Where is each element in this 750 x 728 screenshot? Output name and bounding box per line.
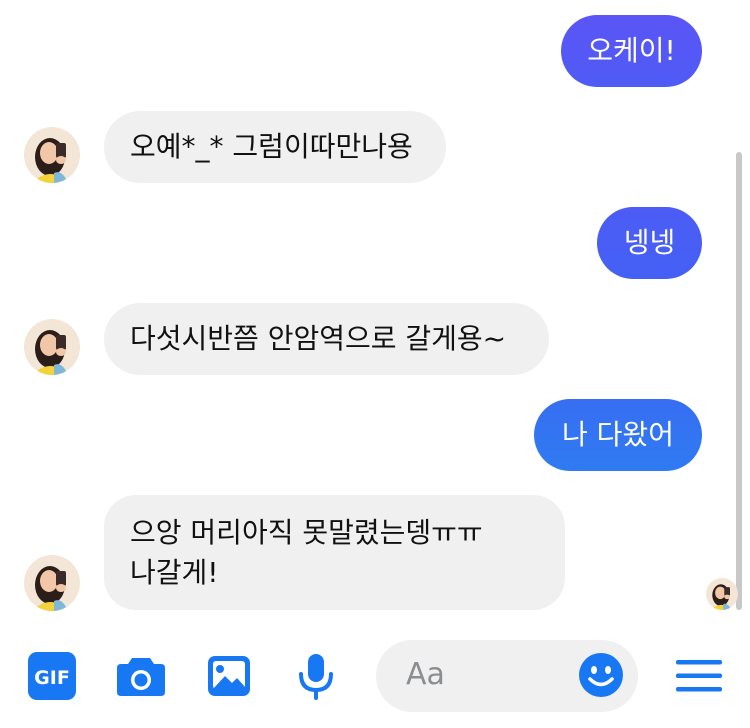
message-text: 넹넹 — [623, 226, 676, 259]
microphone-icon[interactable] — [296, 652, 336, 700]
message-input-placeholder: Aa — [406, 657, 445, 692]
smiley-icon[interactable] — [578, 652, 624, 698]
avatar-illustration — [24, 127, 80, 183]
gif-label: GIF — [34, 667, 70, 689]
contact-avatar[interactable] — [24, 555, 80, 611]
incoming-message-bubble[interactable]: 으앙 머리아직 못말렸는뎅ㅠㅠ 나갈게! — [104, 495, 565, 610]
menu-icon[interactable] — [676, 658, 722, 694]
scrollbar[interactable] — [736, 152, 742, 610]
composer-bar: GIF Aa — [0, 626, 750, 728]
message-text: 오케이! — [587, 34, 676, 67]
message-text-line: 으앙 머리아직 못말렸는뎅ㅠㅠ — [130, 516, 483, 549]
contact-avatar[interactable] — [24, 319, 80, 375]
outgoing-message-bubble[interactable]: 넹넹 — [597, 207, 702, 279]
chat-screen: 오케이! 오예*_* 그럼이따만나용 넹넹 다섯시반쯤 안암역으로 갈게용~ 나… — [0, 0, 750, 728]
camera-icon[interactable] — [116, 654, 166, 698]
avatar-illustration — [24, 319, 80, 375]
avatar-illustration — [24, 555, 80, 611]
message-text-line: 나갈게! — [130, 556, 219, 589]
avatar-illustration — [706, 578, 738, 610]
message-text: 오예*_* 그럼이따만나용 — [130, 130, 413, 163]
read-receipt-avatar — [706, 578, 738, 610]
message-text: 다섯시반쯤 안암역으로 갈게용~ — [130, 322, 507, 355]
gif-icon[interactable]: GIF — [28, 652, 76, 700]
contact-avatar[interactable] — [24, 127, 80, 183]
message-text: 나 다왔어 — [562, 418, 674, 451]
outgoing-message-bubble[interactable]: 나 다왔어 — [534, 399, 702, 471]
incoming-message-bubble[interactable]: 오예*_* 그럼이따만나용 — [104, 111, 446, 183]
image-icon[interactable] — [206, 654, 252, 698]
incoming-message-bubble[interactable]: 다섯시반쯤 안암역으로 갈게용~ — [104, 303, 549, 375]
message-input[interactable]: Aa — [376, 640, 638, 712]
outgoing-message-bubble[interactable]: 오케이! — [561, 15, 702, 87]
